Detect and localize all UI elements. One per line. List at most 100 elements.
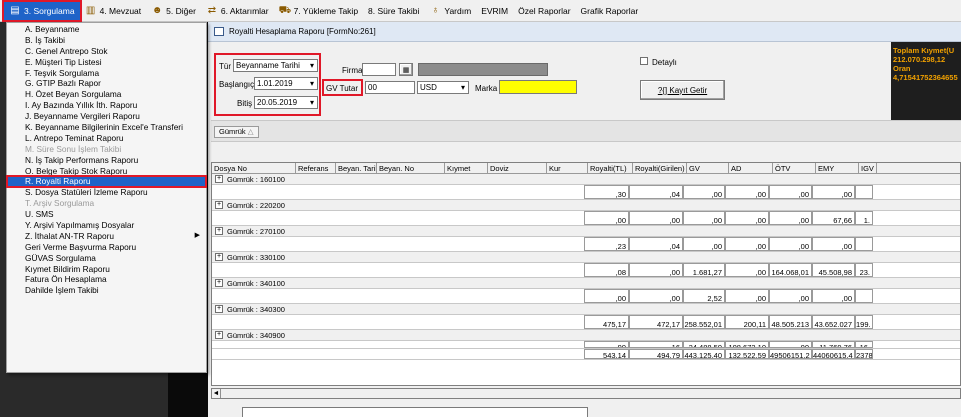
group-row[interactable]: + Gümrük : 270100 — [212, 226, 960, 237]
summary-cell: 543,14 — [584, 349, 629, 359]
dropdown-item-2[interactable]: C. Genel Antrepo Stok — [7, 46, 206, 57]
horizontal-scrollbar[interactable]: ◄ — [211, 388, 961, 399]
column-header[interactable]: EMY — [816, 163, 859, 173]
scroll-left-icon[interactable]: ◄ — [212, 389, 221, 398]
tur-select[interactable]: Beyanname Tarihi ▾ — [233, 59, 318, 72]
expand-icon[interactable]: + — [215, 201, 223, 209]
dropdown-item-13[interactable]: O. Belge Takip Stok Raporu — [7, 166, 206, 177]
dropdown-item-14[interactable]: R. Royalti Raporu — [6, 175, 207, 189]
dropdown-item-5[interactable]: G. GTIP Bazlı Rapor — [7, 78, 206, 89]
gumruk-group-chip[interactable]: Gümrük △ — [214, 126, 259, 138]
column-header[interactable]: AD — [729, 163, 773, 173]
dropdown-item-0[interactable]: A. Beyanname — [7, 24, 206, 35]
kayit-getir-label: ?{] Kayıt Getir — [657, 85, 708, 95]
dropdown-item-15[interactable]: S. Dosya Statüleri İzleme Raporu — [7, 187, 206, 198]
dropdown-item-3[interactable]: E. Müşteri Tip Listesi — [7, 57, 206, 68]
totals-row: 543,14 494,79 443.125,40 132.522,59 49506151… — [212, 349, 960, 360]
group-row[interactable]: + Gümrük : 330100 — [212, 252, 960, 263]
expand-icon[interactable]: + — [215, 175, 223, 183]
dropdown-item-9[interactable]: K. Beyanname Bilgilerinin Excel'e Transf… — [7, 122, 206, 133]
results-grid[interactable]: Dosya No Referans Beyan. Tarihi Beyan. No Kı… — [211, 162, 961, 386]
summary-cell: 2,52 — [683, 289, 725, 303]
dropdown-item-6[interactable]: H. Özet Beyan Sorgulama — [7, 89, 206, 100]
column-header[interactable]: IGV — [859, 163, 877, 173]
dropdown-item-1[interactable]: B. İş Takibi — [7, 35, 206, 46]
summary-cell: 494,79 — [629, 349, 683, 359]
summary-cell: 45.508,98 — [812, 263, 855, 277]
column-header[interactable]: Beyan. No — [377, 163, 445, 173]
column-header[interactable]: Kıymet — [445, 163, 488, 173]
menu-item-7[interactable]: EVRIM — [476, 2, 513, 20]
detayli-checkbox[interactable] — [640, 57, 648, 65]
expand-icon[interactable]: + — [215, 331, 223, 339]
dropdown-item-23[interactable]: Fatura Ön Hesaplama — [7, 274, 206, 285]
dropdown-item-22[interactable]: Kıymet Bildirim Raporu — [7, 264, 206, 275]
currency-select[interactable]: USD ▾ — [417, 81, 469, 94]
dropdown-item-18[interactable]: Y. Arşivi Yapılmamış Dosyalar — [7, 220, 206, 231]
group-label: Gümrük : 340900 — [227, 330, 285, 340]
firma-code-field[interactable] — [362, 63, 396, 76]
menu-item-3[interactable]: ⇄ 6. Aktarımlar — [201, 2, 274, 20]
expand-icon[interactable]: + — [215, 305, 223, 313]
group-row[interactable]: + Gümrük : 220200 — [212, 200, 960, 211]
tur-value: Beyanname Tarihi — [236, 61, 300, 70]
dropdown-item-label: M. Süre Sonu İşlem Takibi — [25, 143, 122, 154]
column-header[interactable]: ÖTV — [773, 163, 816, 173]
group-row[interactable]: + Gümrük : 340900 — [212, 330, 960, 341]
menu-item-5[interactable]: 8. Süre Takibi — [363, 2, 424, 20]
menu-item-label: Grafik Raporlar — [580, 5, 639, 16]
gv-tutar-field[interactable]: 00 — [365, 81, 415, 94]
dropdown-item-7[interactable]: I. Ay Bazında Yıllık İth. Raporu — [7, 100, 206, 111]
menu-item-2[interactable]: ☻ 5. Diğer — [146, 2, 201, 20]
dropdown-item-10[interactable]: L. Antrepo Teminat Raporu — [7, 133, 206, 144]
column-header[interactable]: Dosya No — [212, 163, 296, 173]
summary-cell: 108.672,10 — [725, 341, 769, 348]
summary-cell: 11.769,76 — [812, 341, 855, 348]
bitis-value: 20.05.2019 — [257, 98, 298, 107]
baslangic-date-field[interactable]: 1.01.2019 ▾ — [254, 77, 318, 90]
menu-item-label: 5. Diğer — [166, 5, 196, 16]
column-header[interactable]: Royalti(Girilen) — [633, 163, 687, 173]
group-row[interactable]: + Gümrük : 160100 — [212, 174, 960, 185]
column-header[interactable]: Kur — [547, 163, 588, 173]
menu-item-8[interactable]: Özel Raporlar — [513, 2, 575, 20]
dropdown-item-4[interactable]: F. Teşvik Sorgulama — [7, 68, 206, 79]
menu-item-6[interactable]: ♁ Yardım — [424, 2, 476, 20]
row-spacer — [212, 341, 584, 348]
column-header[interactable]: GV — [687, 163, 729, 173]
column-header[interactable]: Beyan. Tarihi — [336, 163, 377, 173]
group-panel: Gümrük △ — [211, 120, 961, 142]
firma-name-field — [418, 63, 548, 76]
dropdown-item-8[interactable]: J. Beyanname Vergileri Raporu — [7, 111, 206, 122]
expand-icon[interactable]: + — [215, 279, 223, 287]
column-header[interactable]: Doviz — [488, 163, 547, 173]
menu-item-0[interactable]: ▤ 3. Sorgulama — [2, 0, 82, 22]
dropdown-item-16[interactable]: T. Arşiv Sorgulama — [7, 198, 206, 209]
summary-cell: ,04 — [629, 185, 683, 199]
column-header[interactable]: Referans — [296, 163, 336, 173]
group-row[interactable]: + Gümrük : 340100 — [212, 278, 960, 289]
summary-cell: 164.068,01 — [769, 263, 812, 277]
dropdown-item-24[interactable]: Dahilde İşlem Takibi — [7, 285, 206, 296]
summary-cell: 24.488,59 — [683, 341, 725, 348]
firma-lookup-button[interactable]: ▦ — [399, 63, 413, 76]
expand-icon[interactable]: + — [215, 253, 223, 261]
marka-field[interactable] — [499, 80, 577, 94]
dropdown-item-19[interactable]: Z. İthalat AN-TR Raporu ▶ — [7, 231, 206, 242]
kayit-getir-button[interactable]: ?{] Kayıt Getir — [640, 80, 725, 100]
grid-header: Dosya No Referans Beyan. Tarihi Beyan. No Kı… — [212, 163, 960, 174]
detayli-label: Detaylı — [652, 58, 677, 67]
dropdown-item-20[interactable]: Geri Verme Başvurma Raporu — [7, 242, 206, 253]
menu-item-9[interactable]: Grafik Raporlar — [576, 2, 644, 20]
dropdown-item-12[interactable]: N. İş Takip Performans Raporu — [7, 155, 206, 166]
menu-item-1[interactable]: ▥ 4. Mevzuat — [80, 2, 147, 20]
menu-item-4[interactable]: ⛟ 7. Yükleme Takip — [274, 2, 363, 20]
group-row[interactable]: + Gümrük : 340300 — [212, 304, 960, 315]
dropdown-item-11[interactable]: M. Süre Sonu İşlem Takibi — [7, 144, 206, 155]
column-header[interactable]: Royalti(TL) — [588, 163, 633, 173]
dropdown-item-17[interactable]: U. SMS — [7, 209, 206, 220]
summary-cell: ,00 — [683, 237, 725, 251]
expand-icon[interactable]: + — [215, 227, 223, 235]
bitis-date-field[interactable]: 20.05.2019 ▾ — [254, 96, 318, 109]
dropdown-item-21[interactable]: GÜVAS Sorgulama — [7, 253, 206, 264]
